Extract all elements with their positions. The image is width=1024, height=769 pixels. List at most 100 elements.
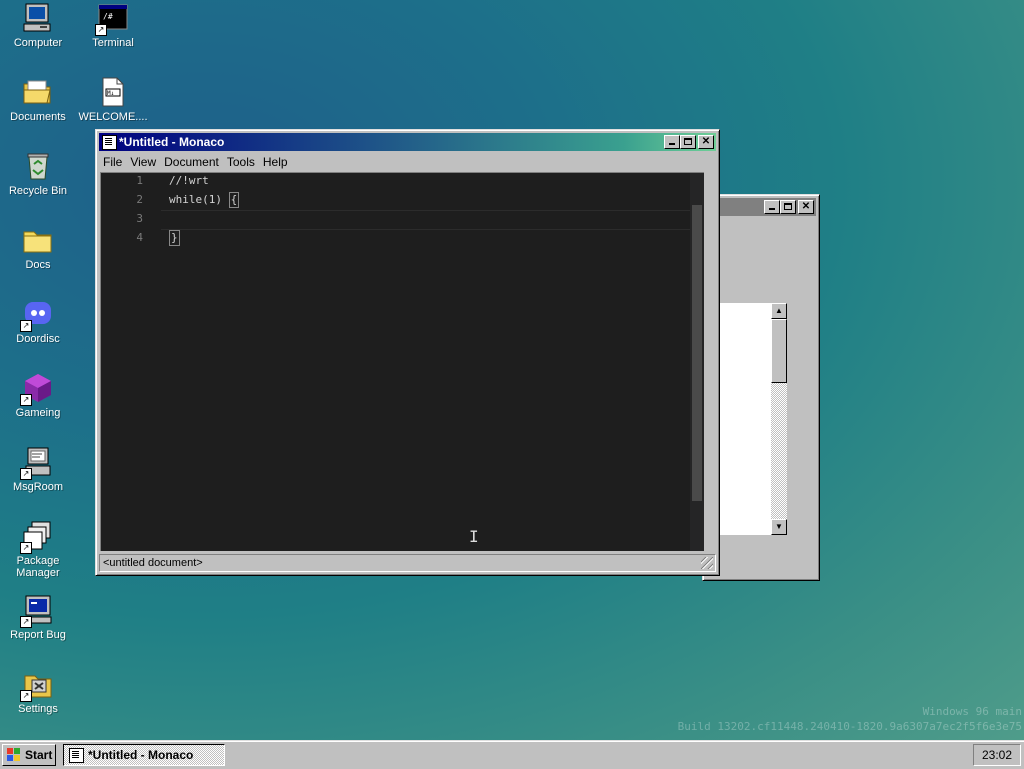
taskbar: Start *Untitled - Monaco 23:02 <box>0 740 1024 769</box>
window-controls: ✕ <box>664 135 714 149</box>
desktop-icon-terminal[interactable]: /# ↗ Terminal <box>77 2 149 49</box>
code-line: //!wrt <box>169 174 209 187</box>
line-number: 2 <box>136 193 143 206</box>
desktop-icon-label: Computer <box>13 37 63 49</box>
editor-scroll-thumb[interactable] <box>692 205 702 501</box>
scroll-down-button[interactable]: ▼ <box>771 519 787 535</box>
minimize-icon <box>669 143 675 145</box>
code-line-text: while(1) <box>169 193 229 206</box>
desktop-icon-label: Report Bug <box>10 629 66 641</box>
build-watermark-line1: Windows 96 main <box>922 705 1022 718</box>
cube-icon: ↗ <box>20 372 54 406</box>
desktop-icon-report-bug[interactable]: ↗ Report Bug <box>2 594 74 641</box>
terminal-icon: /# ↗ <box>95 2 129 36</box>
line-number: 4 <box>136 231 143 244</box>
editor-app-icon <box>102 135 117 150</box>
close-icon: ✕ <box>801 201 811 212</box>
minimize-button[interactable] <box>664 135 680 149</box>
resize-grip-icon[interactable] <box>701 557 713 569</box>
maximize-icon <box>784 203 792 210</box>
shortcut-arrow-icon: ↗ <box>20 394 32 406</box>
desktop-icon-computer[interactable]: Computer <box>2 2 74 49</box>
msgroom-icon: ↗ <box>20 446 54 480</box>
desktop-icon-documents[interactable]: Documents <box>2 76 74 123</box>
clock[interactable]: 23:02 <box>982 748 1012 762</box>
desktop-icon-label: MsgRoom <box>12 481 64 493</box>
status-text: <untitled document> <box>103 557 203 569</box>
code-line: while(1) { <box>169 190 240 209</box>
desktop-icon-package-manager[interactable]: ↗ Package Manager <box>2 520 74 579</box>
editor-app-icon <box>69 748 84 763</box>
svg-text:/#: /# <box>103 12 113 21</box>
line-number: 1 <box>136 174 143 187</box>
build-watermark-line2: Build 13202.cf11448.240410-1820.9a6307a7… <box>677 720 1022 733</box>
editor-window[interactable]: *Untitled - Monaco ✕ File View Document … <box>95 129 720 576</box>
desktop-icon-doordisc[interactable]: ↗ Doordisc <box>2 298 74 345</box>
shortcut-arrow-icon: ↗ <box>95 24 107 36</box>
menu-help[interactable]: Help <box>259 152 292 172</box>
editor-window-titlebar[interactable]: *Untitled - Monaco ✕ <box>99 133 716 151</box>
line-number-gutter: 1 2 3 4 <box>101 173 147 551</box>
desktop-icon-label: WELCOME.... <box>78 111 148 123</box>
start-button[interactable]: Start <box>2 744 56 766</box>
desktop-icon-label: Package Manager <box>16 555 60 579</box>
line-number: 3 <box>136 212 143 225</box>
markdown-file-icon: M↓ <box>97 76 129 108</box>
scroll-up-button[interactable]: ▲ <box>771 303 787 319</box>
desktop-icon-msgroom[interactable]: ↗ MsgRoom <box>2 446 74 493</box>
menu-document[interactable]: Document <box>160 152 223 172</box>
folder-icon <box>22 224 54 256</box>
desktop-icon-docs[interactable]: Docs <box>2 224 74 271</box>
background-window-scrollbar[interactable]: ▲ ▼ <box>771 303 787 535</box>
shortcut-arrow-icon: ↗ <box>20 542 32 554</box>
shortcut-arrow-icon: ↗ <box>20 690 32 702</box>
start-logo-icon <box>7 748 20 761</box>
desktop-icon-label: Documents <box>10 111 66 123</box>
arrow-down-icon: ▼ <box>775 522 783 531</box>
status-bar: <untitled document> <box>99 554 716 572</box>
maximize-icon <box>684 138 692 145</box>
package-icon: ↗ <box>20 520 54 554</box>
desktop-icon-label: Doordisc <box>16 333 60 345</box>
desktop-icon-recycle-bin[interactable]: Recycle Bin <box>2 150 74 197</box>
close-button[interactable]: ✕ <box>798 200 814 214</box>
window-title: *Untitled - Monaco <box>119 135 225 149</box>
background-window-titlebar[interactable]: ✕ <box>706 198 816 216</box>
menu-view[interactable]: View <box>126 152 160 172</box>
window-controls: ✕ <box>764 200 814 214</box>
start-label: Start <box>25 748 53 762</box>
desktop-icon-welcome[interactable]: M↓ WELCOME.... <box>77 76 149 123</box>
desktop-icon-label: Gameing <box>15 407 61 419</box>
maximize-button[interactable] <box>680 135 696 149</box>
desktop-icon-label: Terminal <box>92 37 134 49</box>
shortcut-arrow-icon: ↗ <box>20 320 32 332</box>
editor-scrollbar[interactable] <box>690 173 704 551</box>
taskbar-item-editor[interactable]: *Untitled - Monaco <box>63 744 225 766</box>
shortcut-arrow-icon: ↗ <box>20 616 32 628</box>
arrow-up-icon: ▲ <box>775 306 783 315</box>
taskbar-item-label: *Untitled - Monaco <box>88 748 194 762</box>
matched-brace-open: { <box>228 192 240 208</box>
minimize-button[interactable] <box>764 200 780 214</box>
desktop-icon-gameing[interactable]: ↗ Gameing <box>2 372 74 419</box>
menu-file[interactable]: File <box>99 152 126 172</box>
system-tray: 23:02 <box>973 744 1021 766</box>
scroll-thumb[interactable] <box>771 319 787 383</box>
text-cursor-icon: I <box>469 527 479 546</box>
desktop-icon-label: Settings <box>18 703 58 715</box>
matched-brace-close: } <box>169 230 180 246</box>
desktop-icon-label: Recycle Bin <box>8 185 68 197</box>
menu-tools[interactable]: Tools <box>223 152 259 172</box>
maximize-button[interactable] <box>780 200 796 214</box>
desktop: Computer Documents Recycle Bin Docs ↗ Do… <box>0 0 1024 740</box>
code-editor[interactable]: 1 2 3 4 //!wrt while(1) { } I <box>100 172 704 551</box>
shortcut-arrow-icon: ↗ <box>20 468 32 480</box>
doordisc-icon: ↗ <box>20 298 54 332</box>
settings-icon: ↗ <box>20 668 54 702</box>
computer-icon <box>22 2 54 34</box>
close-button[interactable]: ✕ <box>698 135 714 149</box>
recycle-bin-icon <box>22 150 54 182</box>
folder-open-icon <box>22 76 54 108</box>
close-icon: ✕ <box>701 136 711 147</box>
desktop-icon-settings[interactable]: ↗ Settings <box>2 668 74 715</box>
